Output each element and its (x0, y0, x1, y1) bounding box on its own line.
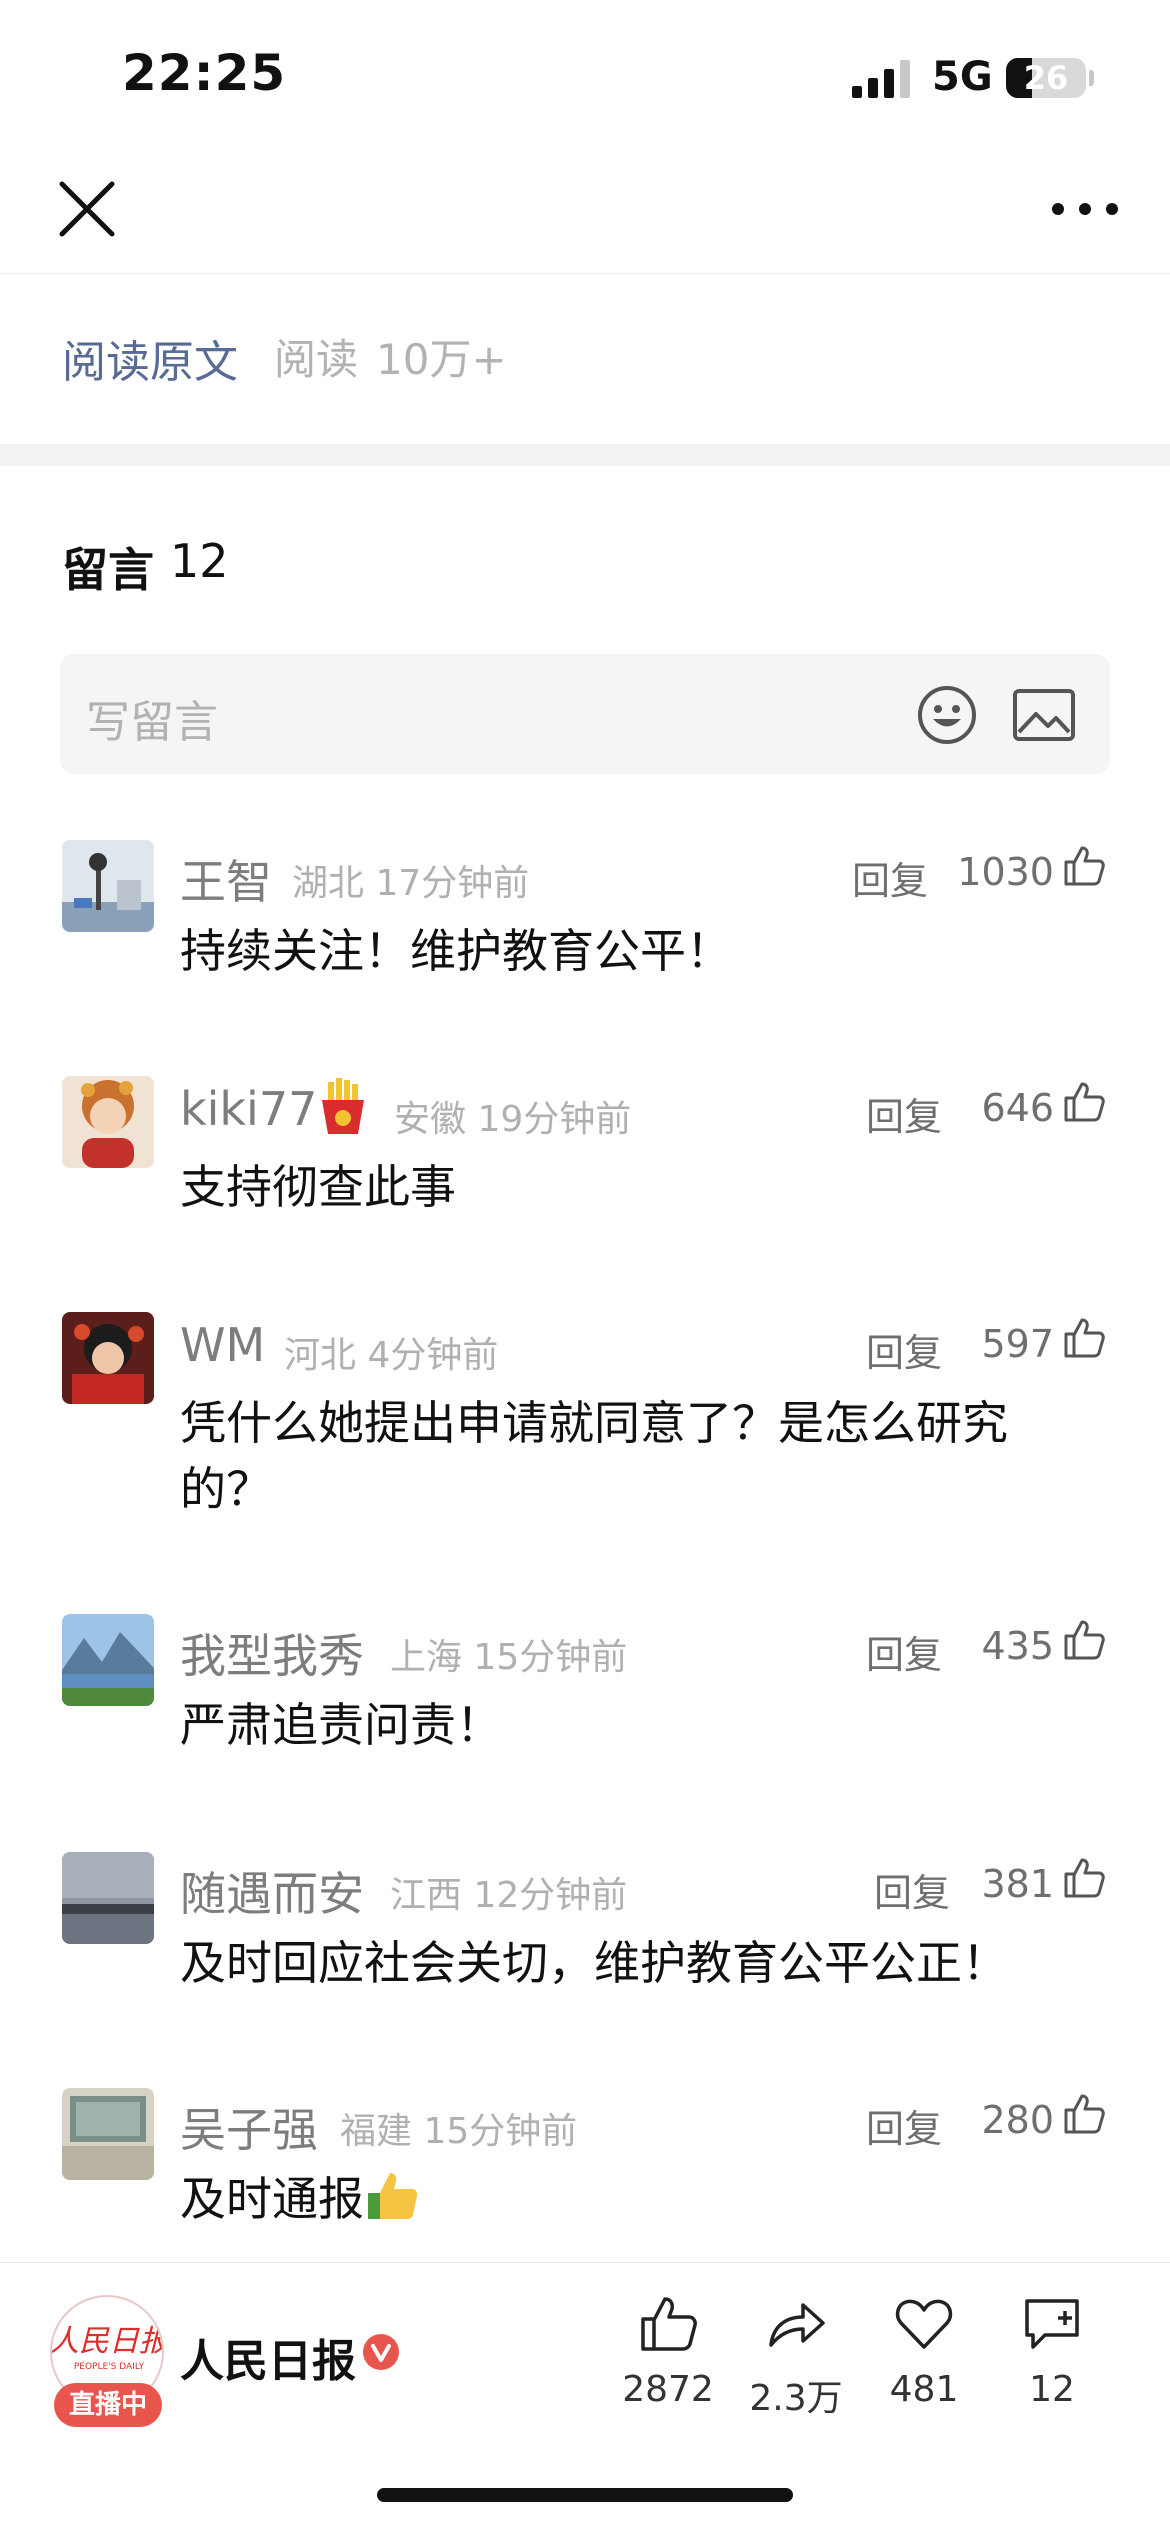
avatar[interactable] (62, 1076, 154, 1168)
comment-time: 4分钟前 (367, 1335, 499, 1376)
thumb-up-icon[interactable] (1062, 1080, 1106, 1124)
comment-likes: 280 (981, 2098, 1054, 2142)
status-time: 22:25 (122, 44, 287, 102)
reply-button[interactable]: 回复 (852, 850, 928, 905)
comment-text: 支持彻查此事 (180, 1160, 456, 1214)
more-horizontal-icon[interactable] (1050, 194, 1120, 224)
reply-button[interactable]: 回复 (866, 1086, 942, 1141)
share-arrow-icon (769, 2303, 825, 2347)
comment-location-time: 河北 4分钟前 (284, 1326, 498, 1378)
like-count: 2872 (622, 2369, 714, 2410)
favorite-count: 481 (889, 2369, 959, 2410)
comment-location: 福建 (340, 2111, 413, 2152)
comment-location: 上海 (390, 1637, 463, 1678)
read-original-link[interactable]: 阅读原文 (62, 326, 238, 390)
article-footer: 阅读原文 阅读 10万+ (0, 274, 1170, 444)
comment-action[interactable]: 12 (992, 2293, 1112, 2410)
avatar[interactable] (62, 840, 154, 932)
comment-time: 12分钟前 (473, 1875, 628, 1916)
comment-author[interactable]: 吴子强 (180, 2094, 318, 2160)
like-action[interactable]: 2872 (608, 2293, 728, 2410)
read-count-label: 阅读 (274, 335, 359, 384)
comment-text: 凭什么她提出申请就同意了？是怎么研究的？ (180, 1396, 1008, 1516)
status-bar: 22:25 5G 26 (0, 0, 1170, 150)
battery-tip (1089, 70, 1094, 86)
comment-location-time: 上海 15分钟前 (390, 1628, 627, 1680)
section-divider (0, 444, 1170, 466)
avatar[interactable] (62, 1312, 154, 1404)
comment-location: 安徽 (394, 1099, 467, 1140)
reply-button[interactable]: 回复 (866, 1624, 942, 1679)
comment-time: 19分钟前 (477, 1099, 632, 1140)
thumb-up-icon[interactable] (1062, 1856, 1106, 1900)
avatar[interactable] (62, 1614, 154, 1706)
comment-location: 江西 (390, 1875, 463, 1916)
avatar[interactable] (62, 1852, 154, 1944)
comment-text: 严肃追责问责！ (180, 1698, 502, 1752)
comment-likes: 1030 (957, 850, 1054, 894)
thumb-up-icon[interactable] (1062, 1618, 1106, 1662)
comment-location: 河北 (284, 1335, 357, 1376)
comments-count: 12 (170, 534, 229, 588)
home-indicator (377, 2488, 793, 2502)
comment-location-time: 江西 12分钟前 (390, 1866, 627, 1918)
comment-author[interactable]: 我型我秀 (180, 1620, 364, 1686)
live-badge[interactable]: 直播中 (54, 2383, 162, 2427)
network-type: 5G (932, 54, 993, 100)
comment-author[interactable]: 王智 (180, 846, 272, 912)
read-count: 10万+ (376, 335, 507, 384)
comment-location-time: 安徽 19分钟前 (394, 1090, 631, 1142)
comment-location: 湖北 (292, 863, 365, 904)
verified-icon (363, 2334, 399, 2370)
close-icon[interactable] (56, 178, 118, 240)
comment-author[interactable]: kiki77 (180, 1082, 317, 1136)
comment-location-time: 湖北 17分钟前 (292, 854, 529, 906)
comment-time: 15分钟前 (423, 2111, 578, 2152)
comment-author[interactable]: WM (180, 1318, 265, 1372)
comment-count: 12 (1029, 2369, 1075, 2410)
avatar[interactable] (62, 2088, 154, 2180)
image-icon[interactable] (1012, 688, 1076, 742)
thumb-up-icon[interactable] (1062, 844, 1106, 888)
comment-likes: 646 (981, 1086, 1054, 1130)
top-nav (0, 150, 1170, 274)
battery-icon: 26 (1006, 58, 1086, 98)
reply-button[interactable]: 回复 (866, 1322, 942, 1377)
thumbs-up-emoji-icon (368, 2173, 418, 2219)
logo-text: 人民日报 (52, 2324, 164, 2359)
comment-time: 17分钟前 (375, 863, 530, 904)
battery-level: 26 (1023, 59, 1069, 97)
account-name[interactable]: 人民日报 (180, 2325, 356, 2389)
comment-likes: 381 (981, 1862, 1054, 1906)
comment-text: 持续关注！维护教育公平！ (180, 924, 732, 978)
comment-add-icon (1025, 2299, 1079, 2349)
reply-button[interactable]: 回复 (874, 1862, 950, 1917)
reply-button[interactable]: 回复 (866, 2098, 942, 2153)
share-action[interactable]: 2.3万 (736, 2293, 856, 2421)
comment-location-time: 福建 15分钟前 (340, 2102, 577, 2154)
share-count: 2.3万 (749, 2378, 843, 2419)
comment-time: 15分钟前 (473, 1637, 628, 1678)
comment-author[interactable]: 随遇而安 (180, 1858, 364, 1924)
favorite-action[interactable]: 481 (864, 2293, 984, 2410)
logo-subtext: PEOPLE'S DAILY (74, 2362, 145, 2372)
comment-likes: 435 (981, 1624, 1054, 1668)
comment-text: 及时回应社会关切，维护教育公平公正！ (180, 1936, 1008, 1990)
signal-icon (852, 60, 910, 98)
write-comment-placeholder: 写留言 (86, 697, 218, 748)
emoji-icon[interactable] (916, 684, 978, 746)
comment-text-wrap: 及时通报 (180, 2166, 1080, 2232)
write-comment-input[interactable]: 写留言 (60, 654, 1110, 774)
fries-emoji-icon (322, 1078, 364, 1134)
thumb-up-icon (641, 2297, 697, 2351)
comment-likes: 597 (981, 1322, 1054, 1366)
thumb-up-icon[interactable] (1062, 1316, 1106, 1360)
thumb-up-icon[interactable] (1062, 2092, 1106, 2136)
comments-title: 留言 (62, 543, 154, 597)
heart-icon (895, 2299, 953, 2349)
comment-text: 及时通报 (180, 2172, 364, 2226)
